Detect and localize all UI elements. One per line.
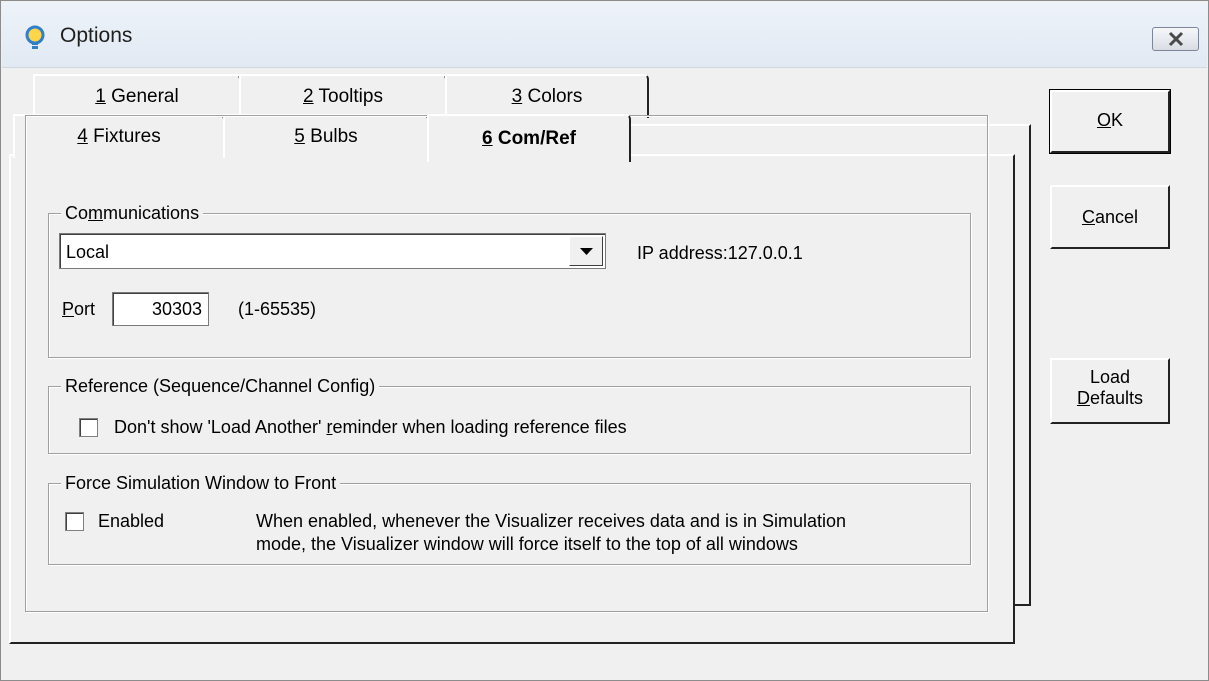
force-simulation-enabled-checkbox[interactable] <box>65 512 84 531</box>
reference-group-title: Reference (Sequence/Channel Config) <box>61 376 380 397</box>
port-input[interactable]: 30303 <box>112 292 209 326</box>
cancel-button[interactable]: Cancel <box>1050 185 1170 249</box>
load-another-reminder-checkbox[interactable] <box>79 418 98 437</box>
load-defaults-button[interactable]: Load Defaults <box>1050 358 1170 424</box>
ip-address-label: IP address:127.0.0.1 <box>637 243 803 263</box>
port-label: Port <box>62 299 96 319</box>
close-icon <box>1168 31 1184 47</box>
tab-tooltips[interactable]: 2 Tooltips <box>239 74 447 118</box>
force-simulation-description-line1: When enabled, whenever the Visualizer re… <box>256 511 847 531</box>
force-simulation-description-line2: mode, the Visualizer window will force i… <box>256 534 798 554</box>
dropdown-button[interactable] <box>569 236 603 266</box>
load-another-reminder-label: Don't show 'Load Another' reminder when … <box>114 417 627 437</box>
chevron-down-icon <box>580 248 593 255</box>
window-title: Options <box>60 24 133 47</box>
communications-mode-select[interactable]: Local <box>59 233 606 269</box>
tab-general[interactable]: 1 General <box>33 74 241 118</box>
ok-button[interactable]: OK <box>1049 89 1171 154</box>
force-simulation-enabled-label: Enabled <box>98 511 165 531</box>
options-dialog: Options 1 General 2 Tooltips 3 Colors 4 … <box>0 0 1209 681</box>
force-simulation-group-title: Force Simulation Window to Front <box>61 473 341 494</box>
tab-com-ref[interactable]: 6 Com/Ref <box>427 114 631 162</box>
communications-group-title: Communications <box>61 203 204 224</box>
lightbulb-icon <box>24 25 46 51</box>
port-range-label: (1-65535) <box>238 299 317 319</box>
tab-colors[interactable]: 3 Colors <box>445 74 649 118</box>
close-button[interactable] <box>1152 27 1199 51</box>
communications-mode-value: Local <box>66 242 110 262</box>
title-bar: Options <box>2 2 1207 68</box>
